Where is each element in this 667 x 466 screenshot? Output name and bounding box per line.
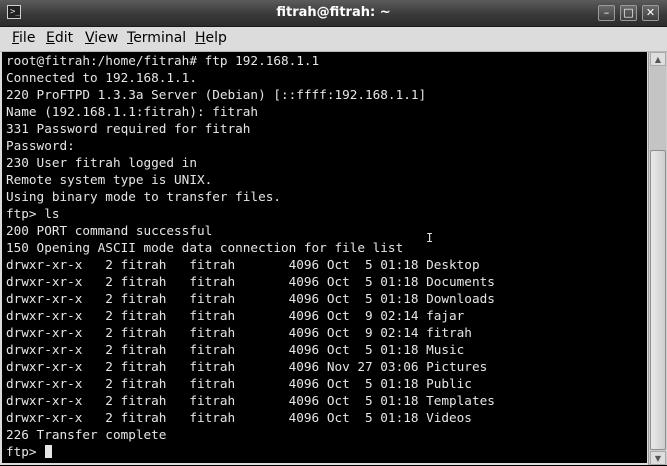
window-title: fitrah@fitrah: ~ bbox=[276, 5, 391, 20]
terminal-line: drwxr-xr-x 2 fitrah fitrah 4096 Oct 9 02… bbox=[6, 325, 472, 340]
terminal-line: 150 Opening ASCII mode data connection f… bbox=[6, 240, 404, 255]
close-button[interactable]: ✕ bbox=[642, 5, 659, 21]
terminal-line: Password: bbox=[6, 138, 75, 153]
terminal-line: drwxr-xr-x 2 fitrah fitrah 4096 Oct 5 01… bbox=[6, 376, 472, 391]
menu-view[interactable]: View bbox=[85, 27, 118, 51]
scroll-up-button[interactable]: ▲ bbox=[650, 52, 666, 66]
ibeam-cursor-icon: I bbox=[426, 231, 434, 245]
terminal-line: 200 PORT command successful bbox=[6, 223, 213, 238]
terminal-prompt: ftp> bbox=[6, 444, 45, 459]
terminal-line: root@fitrah:/home/fitrah# ftp 192.168.1.… bbox=[6, 53, 320, 68]
terminal-line: drwxr-xr-x 2 fitrah fitrah 4096 Oct 9 02… bbox=[6, 308, 465, 323]
terminal-line: Remote system type is UNIX. bbox=[6, 172, 213, 187]
maximize-button[interactable]: □ bbox=[620, 5, 637, 21]
menu-file[interactable]: File bbox=[12, 27, 35, 51]
menu-bar: File Edit View Terminal Help bbox=[0, 27, 667, 52]
terminal-line: 220 ProFTPD 1.3.3a Server (Debian) [::ff… bbox=[6, 87, 427, 102]
scroll-down-button[interactable]: ▼ bbox=[650, 451, 666, 465]
text-cursor bbox=[45, 445, 53, 458]
menu-edit[interactable]: Edit bbox=[46, 27, 73, 51]
terminal-line: 226 Transfer complete bbox=[6, 427, 167, 442]
terminal-line: drwxr-xr-x 2 fitrah fitrah 4096 Oct 5 01… bbox=[6, 291, 495, 306]
terminal-output[interactable]: root@fitrah:/home/fitrah# ftp 192.168.1.… bbox=[2, 52, 647, 463]
terminal-line: Connected to 192.168.1.1. bbox=[6, 70, 197, 85]
terminal-line: drwxr-xr-x 2 fitrah fitrah 4096 Oct 5 01… bbox=[6, 257, 480, 272]
terminal-line: ftp> ls bbox=[6, 206, 60, 221]
title-bar[interactable]: >_ fitrah@fitrah: ~ – □ ✕ bbox=[0, 0, 667, 27]
terminal-prompt-line: ftp> bbox=[6, 443, 53, 460]
menu-help[interactable]: Help bbox=[195, 27, 227, 51]
terminal-window: >_ fitrah@fitrah: ~ – □ ✕ File Edit View… bbox=[0, 0, 667, 465]
scroll-thumb[interactable] bbox=[650, 150, 666, 450]
vertical-scrollbar[interactable]: ▲ ▼ bbox=[648, 52, 667, 465]
terminal-line: drwxr-xr-x 2 fitrah fitrah 4096 Oct 5 01… bbox=[6, 410, 472, 425]
terminal-line: drwxr-xr-x 2 fitrah fitrah 4096 Oct 5 01… bbox=[6, 393, 495, 408]
terminal-line: drwxr-xr-x 2 fitrah fitrah 4096 Nov 27 0… bbox=[6, 359, 488, 374]
menu-terminal[interactable]: Terminal bbox=[127, 27, 186, 51]
minimize-button[interactable]: – bbox=[598, 5, 615, 21]
terminal-line: Using binary mode to transfer files. bbox=[6, 189, 281, 204]
terminal-line: Name (192.168.1.1:fitrah): fitrah bbox=[6, 104, 259, 119]
terminal-line: drwxr-xr-x 2 fitrah fitrah 4096 Oct 5 01… bbox=[6, 274, 495, 289]
terminal-line: drwxr-xr-x 2 fitrah fitrah 4096 Oct 5 01… bbox=[6, 342, 465, 357]
terminal-line: 331 Password required for fitrah bbox=[6, 121, 251, 136]
terminal-line: 230 User fitrah logged in bbox=[6, 155, 197, 170]
